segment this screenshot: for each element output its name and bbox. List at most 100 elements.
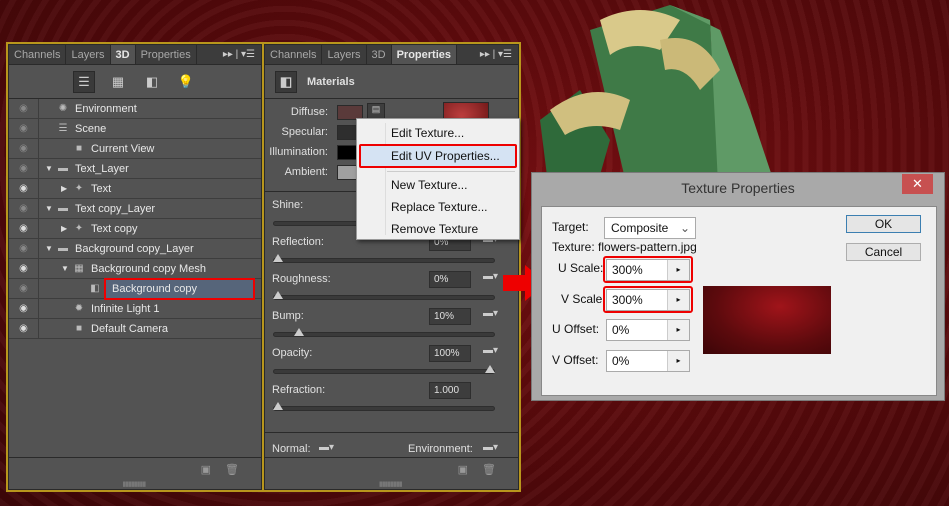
tab-3d[interactable]: 3D (367, 45, 392, 64)
visibility-eye-icon[interactable]: ◉ (9, 239, 39, 258)
visibility-eye-icon[interactable]: ◉ (9, 259, 39, 278)
target-select[interactable]: Composite ⌄ (604, 217, 696, 239)
add-light-icon[interactable]: ▣ (201, 463, 211, 476)
render-icon[interactable]: ▣ (458, 463, 468, 476)
tab-3d[interactable]: 3D (110, 45, 136, 64)
selected-item-highlight: Background copy (104, 278, 255, 300)
scene-tree-item-label: Infinite Light 1 (91, 302, 160, 315)
u-offset-label: U Offset: (552, 322, 600, 336)
slider-value-input[interactable]: 100% (429, 345, 471, 362)
texture-folder-icon[interactable]: ▬▾ (483, 345, 498, 356)
slider-value-input[interactable]: 10% (429, 308, 471, 325)
scene-tree-item[interactable]: ◉ ▶ ✦ Text (9, 179, 261, 199)
visibility-eye-icon[interactable]: ◉ (9, 219, 39, 238)
scene-tree: ◉ ✺ Environment ◉ ☰ Scene ◉ ■ Current View … (9, 99, 261, 339)
ok-button[interactable]: OK (846, 215, 921, 233)
slider-value-input[interactable]: 1.000 (429, 382, 471, 399)
scene-tree-item[interactable]: ◉ ◧ Background copy (9, 278, 261, 300)
scene-tree-item[interactable]: ◉ ■ Current View (9, 139, 261, 159)
resize-grip[interactable]: ▮▮▮▮▮▮▮▮ (122, 480, 146, 488)
expand-open-icon[interactable]: ▼ (61, 264, 71, 273)
chevron-down-icon: ⌄ (679, 221, 690, 235)
filter-toolbar: ☰ ▦ ◧ 💡 (9, 65, 261, 99)
tab-bar: Channels Layers 3D Properties ▸▸ | ▾☰ (9, 45, 261, 65)
scene-tree-item[interactable]: ◉ ▼ ▬ Text_Layer (9, 159, 261, 179)
material-icon: ◧ (90, 283, 100, 294)
visibility-eye-icon[interactable]: ◉ (9, 179, 39, 198)
slider-knob[interactable] (485, 365, 495, 373)
expand-open-icon[interactable]: ▼ (45, 244, 55, 253)
scene-tree-item[interactable]: ◉ ■ Default Camera (9, 319, 261, 339)
texture-folder-icon[interactable]: ▬▾ (483, 308, 498, 319)
cancel-button[interactable]: Cancel (846, 243, 921, 261)
scene-tree-item-label: Background copy_Layer (75, 242, 194, 255)
slider-knob[interactable] (294, 328, 305, 336)
visibility-eye-icon[interactable]: ◉ (9, 319, 39, 338)
mesh-filter-icon[interactable]: ▦ (107, 71, 129, 93)
panel-menu-icon[interactable]: ▸▸ | ▾☰ (480, 49, 512, 60)
expand-closed-icon[interactable]: ▶ (61, 184, 71, 193)
slider-track[interactable] (273, 254, 495, 263)
texture-folder-icon[interactable]: ▬▾ (483, 271, 498, 282)
scene-tree-item[interactable]: ◉ ▼ ▬ Text copy_Layer (9, 199, 261, 219)
panel-menu-icon[interactable]: ▸▸ | ▾☰ (223, 49, 255, 60)
slider-value-input[interactable]: 0% (429, 271, 471, 288)
menu-item-remove-texture[interactable]: Remove Texture (391, 222, 478, 236)
dialog-title: Texture Properties (681, 180, 795, 196)
normal-folder-icon[interactable]: ▬▾ (319, 442, 334, 453)
tab-layers[interactable]: Layers (66, 45, 111, 64)
visibility-eye-icon[interactable]: ◉ (9, 279, 39, 298)
scene-tree-item[interactable]: ◉ ▶ ✦ Text copy (9, 219, 261, 239)
scene-filter-icon[interactable]: ☰ (73, 70, 95, 93)
scene-tree-item[interactable]: ◉ ☰ Scene (9, 119, 261, 139)
resize-grip[interactable]: ▮▮▮▮▮▮▮▮ (379, 480, 403, 488)
tab-properties[interactable]: Properties (391, 45, 457, 64)
visibility-eye-icon[interactable]: ◉ (9, 119, 39, 138)
trash-icon[interactable]: 🗑 (482, 463, 496, 476)
slider-knob[interactable] (273, 291, 283, 299)
tab-channels[interactable]: Channels (9, 45, 67, 64)
expand-closed-icon[interactable]: ▶ (61, 224, 71, 233)
tab-channels[interactable]: Channels (265, 45, 323, 64)
slider-track[interactable] (273, 291, 495, 300)
tab-layers[interactable]: Layers (322, 45, 367, 64)
environment-icon: ✺ (58, 103, 68, 114)
trash-icon[interactable]: 🗑 (225, 463, 239, 476)
menu-item-new-texture[interactable]: New Texture... (391, 178, 467, 192)
expand-open-icon[interactable]: ▼ (45, 164, 55, 173)
scene-tree-item[interactable]: ◉ ▼ ▬ Background copy_Layer (9, 239, 261, 259)
slider-knob[interactable] (273, 254, 283, 262)
v-offset-input[interactable]: 0% ▸ (606, 350, 690, 372)
u-offset-input[interactable]: 0% ▸ (606, 319, 690, 341)
slider-knob[interactable] (273, 402, 283, 410)
visibility-eye-icon[interactable]: ◉ (9, 299, 39, 318)
scene-tree-item[interactable]: ◉ ✺ Environment (9, 99, 261, 119)
v-scale-label: V Scale: (561, 292, 606, 306)
light-filter-icon[interactable]: 💡 (175, 71, 197, 93)
menu-item-replace-texture[interactable]: Replace Texture... (391, 200, 488, 214)
expand-open-icon[interactable]: ▼ (45, 204, 55, 213)
environment-label: Environment: (408, 443, 473, 455)
visibility-eye-icon[interactable]: ◉ (9, 199, 39, 218)
menu-item-edit-uv-properties[interactable]: Edit UV Properties... (359, 144, 517, 168)
scene-tree-item[interactable]: ◉ ▼ ▦ Background copy Mesh (9, 259, 261, 279)
slider-track[interactable] (273, 402, 495, 411)
material-filter-icon[interactable]: ◧ (141, 71, 163, 93)
visibility-eye-icon[interactable]: ◉ (9, 99, 39, 118)
v-offset-stepper[interactable]: ▸ (667, 351, 689, 371)
slider-track[interactable] (273, 328, 495, 337)
mesh-star-icon: ✦ (74, 183, 84, 194)
visibility-eye-icon[interactable]: ◉ (9, 139, 39, 158)
mesh-star-icon: ✦ (74, 223, 84, 234)
scene-tree-item-label: Text copy (91, 222, 138, 235)
visibility-eye-icon[interactable]: ◉ (9, 159, 39, 178)
close-button[interactable]: ✕ (902, 174, 933, 194)
slider-track[interactable] (273, 365, 495, 374)
u-offset-stepper[interactable]: ▸ (667, 320, 689, 340)
environment-folder-icon[interactable]: ▬▾ (483, 442, 498, 453)
properties-panel: Channels Layers 3D Properties ▸▸ | ▾☰ ◧ M… (262, 42, 521, 492)
tab-properties[interactable]: Properties (136, 45, 197, 64)
scene-tree-item[interactable]: ◉ ✹ Infinite Light 1 (9, 299, 261, 319)
folder-icon: ▬ (58, 243, 68, 254)
menu-item-edit-texture[interactable]: Edit Texture... (391, 126, 464, 140)
